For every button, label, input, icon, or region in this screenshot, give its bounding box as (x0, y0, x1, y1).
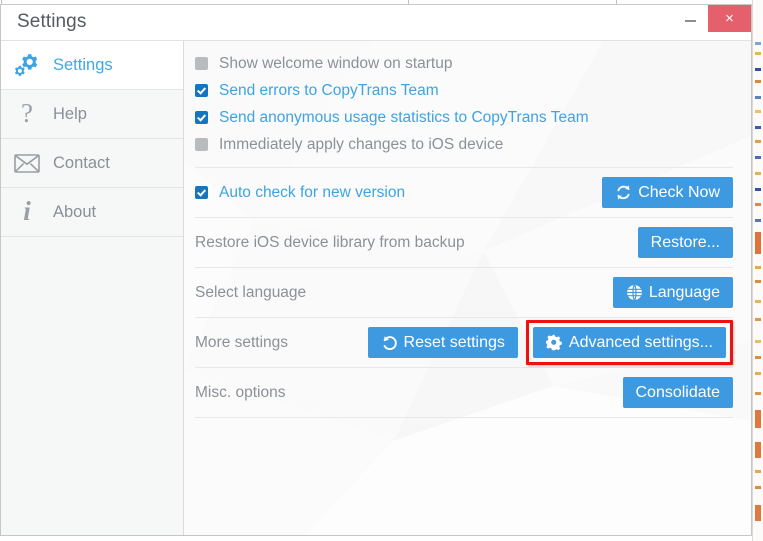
refresh-icon (615, 184, 632, 201)
minimize-button[interactable] (672, 5, 708, 32)
sidebar-item-about[interactable]: i About (1, 188, 183, 237)
sidebar-item-label: Contact (53, 153, 110, 172)
restore-button[interactable]: Restore... (637, 227, 733, 258)
checkbox-label: Send errors to CopyTrans Team (219, 81, 439, 99)
window-title: Settings (17, 11, 87, 32)
button-label: Consolidate (635, 383, 721, 401)
undo-icon (381, 334, 398, 351)
checkbox-label: Send anonymous usage statistics to CopyT… (219, 108, 589, 126)
sidebar-item-settings[interactable]: Settings (1, 41, 183, 90)
button-label: Reset settings (403, 333, 505, 351)
button-label: Restore... (650, 233, 720, 251)
checkbox-row-send-stats[interactable]: Send anonymous usage statistics to CopyT… (195, 104, 733, 131)
checkbox-indicator[interactable] (195, 186, 208, 199)
checkbox-row-show-welcome[interactable]: Show welcome window on startup (195, 50, 733, 77)
setting-row-more-settings: More settings Reset settings Advanced se… (195, 318, 733, 368)
checkbox-row-send-errors[interactable]: Send errors to CopyTrans Team (195, 77, 733, 104)
reset-settings-button[interactable]: Reset settings (367, 327, 518, 358)
checkbox-indicator[interactable] (195, 84, 208, 97)
setting-label: Misc. options (195, 383, 286, 401)
setting-row-misc-options: Misc. options Consolidate (195, 368, 733, 418)
gears-icon (1, 52, 53, 78)
checkbox-row-auto-check[interactable]: Auto check for new version (195, 184, 602, 202)
button-label: Check Now (638, 183, 720, 201)
background-window-right-sliver (752, 0, 763, 541)
question-mark-icon: ? (21, 97, 33, 128)
row-buttons: Check Now (602, 177, 733, 208)
setting-label: More settings (195, 333, 289, 351)
checkbox-indicator[interactable] (195, 138, 208, 151)
info-icon: i (23, 195, 31, 226)
language-button[interactable]: Language (612, 277, 733, 308)
settings-rows: Show welcome window on startup Send erro… (184, 50, 751, 418)
settings-content: Show welcome window on startup Send erro… (184, 41, 751, 535)
setting-label: Select language (195, 283, 307, 301)
sidebar-item-help[interactable]: ? Help (1, 90, 183, 139)
advanced-settings-highlight-box: Advanced settings... (525, 320, 733, 365)
window-titlebar: Settings × (1, 5, 751, 41)
advanced-settings-button[interactable]: Advanced settings... (532, 327, 726, 358)
envelope-icon (1, 153, 53, 173)
sidebar: Settings ? Help Contact i About (1, 41, 184, 535)
gear-icon (545, 334, 563, 351)
setting-row-restore: Restore iOS device library from backup R… (195, 218, 733, 268)
setting-label: Restore iOS device library from backup (195, 233, 465, 251)
setting-row-language: Select language Language (195, 268, 733, 318)
sidebar-item-label: Help (53, 104, 87, 123)
row-buttons: Restore... (637, 227, 733, 258)
settings-window: Settings × Settings ? Help Contact i Abo… (0, 5, 752, 536)
setting-row-auto-check: Auto check for new version Check Now (195, 168, 733, 218)
checkbox-label: Show welcome window on startup (219, 54, 453, 72)
row-buttons: Language (612, 277, 733, 308)
checkbox-label: Auto check for new version (219, 183, 406, 201)
minimize-icon (684, 19, 696, 22)
window-body: Settings ? Help Contact i About Show wel… (1, 41, 751, 535)
checkbox-label: Immediately apply changes to iOS device (219, 135, 504, 153)
consolidate-button[interactable]: Consolidate (622, 377, 733, 408)
checkbox-indicator[interactable] (195, 57, 208, 70)
row-buttons: Consolidate (622, 377, 733, 408)
close-icon: × (725, 10, 734, 27)
close-button[interactable]: × (708, 5, 751, 32)
checkbox-indicator[interactable] (195, 111, 208, 124)
screen-root: Settings × Settings ? Help Contact i Abo… (0, 0, 763, 541)
button-label: Language (648, 283, 720, 301)
button-label: Advanced settings... (568, 333, 713, 351)
check-now-button[interactable]: Check Now (602, 177, 733, 208)
row-buttons: Reset settings Advanced settings... (367, 320, 733, 365)
sidebar-item-label: Settings (53, 55, 113, 74)
sidebar-item-label: About (53, 202, 97, 221)
checkbox-row-apply-immediately[interactable]: Immediately apply changes to iOS device (195, 131, 733, 158)
sidebar-item-contact[interactable]: Contact (1, 139, 183, 188)
globe-icon (626, 284, 643, 301)
